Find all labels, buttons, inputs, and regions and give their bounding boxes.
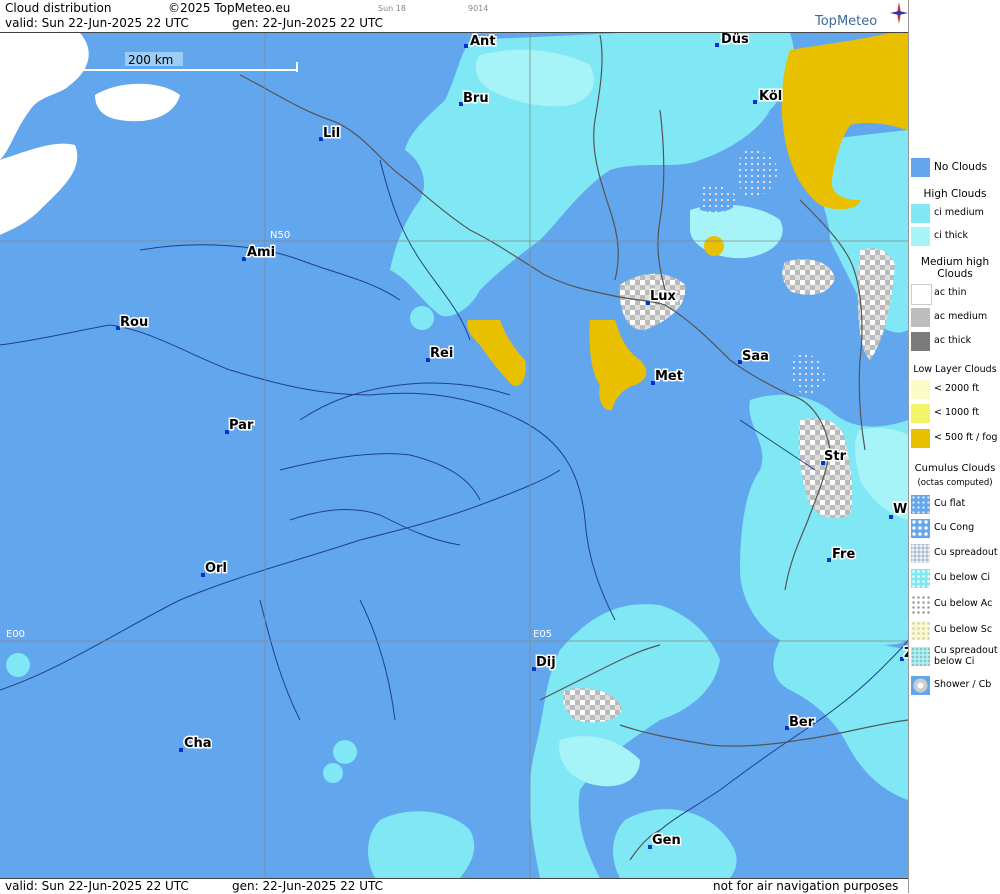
legend-cu-title: Cumulus Clouds bbox=[914, 463, 996, 474]
svg-text:Rei: Rei bbox=[430, 346, 453, 361]
legend-cu-spreadout: Cu spreadout bbox=[909, 543, 1000, 565]
city-lux[interactable]: Lux bbox=[646, 288, 678, 306]
generated-time: gen: 22-Jun-2025 22 UTC bbox=[232, 16, 384, 30]
copyright: ©2025 TopMeteo.eu bbox=[168, 1, 291, 15]
svg-text:Ami: Ami bbox=[247, 245, 275, 260]
city-par[interactable]: Par bbox=[225, 417, 255, 435]
legend-ac-thick: ac thick bbox=[909, 331, 1000, 353]
svg-text:Cha: Cha bbox=[184, 736, 212, 751]
city-bru[interactable]: Bru bbox=[459, 90, 490, 108]
scale-label: 200 km bbox=[128, 53, 173, 67]
legend-high-title: High Clouds bbox=[923, 188, 987, 200]
city-met[interactable]: Met bbox=[651, 368, 684, 386]
footer-disclaimer: not for air navigation purposes bbox=[713, 879, 899, 893]
footer-valid: valid: Sun 22-Jun-2025 22 UTC bbox=[5, 879, 189, 893]
svg-text:Lux: Lux bbox=[650, 289, 677, 304]
svg-text:Saa: Saa bbox=[742, 349, 769, 364]
grid-label-e05: E05 bbox=[533, 629, 552, 640]
city-str[interactable]: Str bbox=[821, 448, 848, 466]
grid-label-e00: E00 bbox=[6, 629, 25, 640]
shower-icon bbox=[913, 678, 928, 693]
legend-ci-thick: ci thick bbox=[909, 226, 1000, 248]
compass-icon bbox=[890, 2, 908, 24]
svg-text:Lil: Lil bbox=[323, 126, 340, 141]
svg-text:Fre: Fre bbox=[832, 547, 855, 562]
svg-text:Par: Par bbox=[229, 418, 254, 433]
header-small-a: Sun 18 bbox=[378, 4, 406, 13]
svg-text:Köl: Köl bbox=[759, 89, 782, 104]
legend-cu-cong: Cu Cong bbox=[909, 518, 1000, 540]
legend-cu-subtitle: (octas computed) bbox=[917, 478, 993, 488]
legend-medium-title: Medium high Clouds bbox=[920, 256, 990, 280]
legend-shower-cb: Shower / Cb bbox=[909, 675, 1000, 697]
city-gen[interactable]: Gen bbox=[648, 832, 682, 850]
city-fre[interactable]: Fre bbox=[827, 546, 857, 564]
city-saa[interactable]: Saa bbox=[738, 348, 770, 366]
svg-text:Düs: Düs bbox=[721, 33, 749, 47]
legend-ac-medium: ac medium bbox=[909, 307, 1000, 329]
city-dij[interactable]: Dij bbox=[532, 654, 557, 672]
svg-text:Bru: Bru bbox=[463, 91, 489, 106]
city-rei[interactable]: Rei bbox=[426, 345, 455, 363]
legend-cu-below-ac: Cu below Ac bbox=[909, 594, 1000, 616]
svg-text:Str: Str bbox=[824, 449, 847, 464]
legend-cu-below-sc: Cu below Sc bbox=[909, 620, 1000, 642]
svg-text:Met: Met bbox=[655, 369, 683, 384]
header-bar: Cloud distribution ©2025 TopMeteo.eu Sun… bbox=[0, 0, 908, 33]
city-lil[interactable]: Lil bbox=[319, 125, 342, 143]
city-orl[interactable]: Orl bbox=[201, 560, 228, 578]
legend-no-clouds: No Clouds bbox=[909, 157, 1000, 179]
logo-text: TopMeteo bbox=[815, 14, 878, 29]
city-ami[interactable]: Ami bbox=[242, 244, 277, 262]
map-title: Cloud distribution bbox=[5, 1, 112, 15]
city-rou[interactable]: Rou bbox=[116, 314, 150, 332]
header-small-b: 9014 bbox=[468, 4, 489, 13]
legend-cu-flat: Cu flat bbox=[909, 494, 1000, 516]
legend-low-2000: < 2000 ft bbox=[909, 379, 1000, 401]
svg-text:Orl: Orl bbox=[205, 561, 227, 576]
legend-ac-thin: ac thin bbox=[909, 283, 1000, 305]
legend-low-1000: < 1000 ft bbox=[909, 403, 1000, 425]
svg-text:Rou: Rou bbox=[120, 315, 148, 330]
topmeteo-logo: TopMeteo bbox=[815, 2, 908, 29]
legend-ci-medium: ci medium bbox=[909, 203, 1000, 225]
svg-text:Dij: Dij bbox=[536, 655, 556, 670]
legend-cu-below-ci: Cu below Ci bbox=[909, 568, 1000, 590]
svg-text:Gen: Gen bbox=[652, 833, 681, 848]
legend-low-title: Low Layer Clouds bbox=[913, 364, 997, 375]
grid-label-n50: N50 bbox=[270, 230, 290, 241]
legend-low-500: < 500 ft / fog bbox=[909, 428, 1000, 450]
city-cha[interactable]: Cha bbox=[179, 735, 213, 753]
footer-bar: valid: Sun 22-Jun-2025 22 UTC gen: 22-Ju… bbox=[0, 878, 908, 894]
legend-cu-spreadout-below-ci: Cu spreadout below Ci bbox=[909, 646, 1000, 668]
legend-panel: No Clouds High Clouds ci medium ci thick… bbox=[908, 0, 1000, 893]
footer-generated: gen: 22-Jun-2025 22 UTC bbox=[232, 879, 384, 893]
city-dus[interactable]: Düs bbox=[715, 33, 751, 49]
svg-text:W: W bbox=[893, 502, 907, 517]
svg-text:Ber: Ber bbox=[789, 715, 815, 730]
swatch-no-clouds bbox=[911, 158, 930, 177]
svg-text:Ant: Ant bbox=[470, 34, 496, 49]
valid-time: valid: Sun 22-Jun-2025 22 UTC bbox=[5, 16, 189, 30]
city-ber[interactable]: Ber bbox=[785, 714, 816, 732]
map-canvas: N50 E00 E05 200 km Ant Düs Bru Köl Lil A… bbox=[0, 33, 908, 878]
cloud-map[interactable]: N50 E00 E05 200 km Ant Düs Bru Köl Lil A… bbox=[0, 33, 908, 878]
